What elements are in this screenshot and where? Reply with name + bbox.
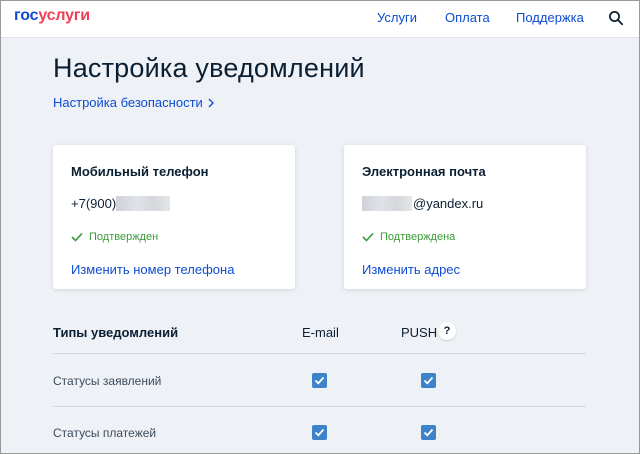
checkbox-payment-statuses-email[interactable] — [312, 425, 327, 440]
email-address-domain: @yandex.ru — [413, 196, 484, 211]
email-card: Электронная почта @yandex.ru Подтвержден… — [344, 145, 586, 289]
security-settings-label: Настройка безопасности — [53, 95, 203, 110]
check-icon — [362, 232, 374, 242]
nav-services[interactable]: Услуги — [377, 10, 417, 25]
table-divider — [53, 406, 586, 407]
email-card-title: Электронная почта — [362, 164, 486, 179]
push-column-header: PUSH — [401, 325, 438, 340]
checkmark-icon — [423, 376, 434, 385]
phone-card-title: Мобильный телефон — [71, 164, 209, 179]
phone-status: Подтвержден — [71, 231, 158, 243]
row-application-statuses: Статусы заявлений — [53, 374, 162, 388]
checkbox-application-statuses-email[interactable] — [312, 373, 327, 388]
security-settings-link[interactable]: Настройка безопасности — [53, 95, 214, 110]
search-icon[interactable] — [608, 10, 624, 26]
nav-support[interactable]: Поддержка — [516, 10, 584, 25]
email-address-masked — [362, 196, 412, 211]
nav-payment[interactable]: Оплата — [445, 10, 490, 25]
header: госуслуги Услуги Оплата Поддержка — [1, 1, 639, 38]
chevron-right-icon — [208, 98, 214, 108]
browser-frame: госуслуги Услуги Оплата Поддержка Настро… — [0, 0, 640, 454]
checkbox-application-statuses-push[interactable] — [421, 373, 436, 388]
check-icon — [71, 232, 83, 242]
change-phone-link[interactable]: Изменить номер телефона — [71, 262, 234, 277]
phone-status-label: Подтвержден — [89, 231, 159, 243]
gosuslugi-logo[interactable]: госуслуги — [14, 7, 90, 25]
notification-types-header: Типы уведомлений — [53, 325, 179, 340]
row-payment-statuses: Статусы платежей — [53, 426, 157, 440]
phone-card: Мобильный телефон +7(900) Подтвержден Из… — [53, 145, 295, 289]
logo-part-gos: гос — [14, 7, 39, 24]
checkmark-icon — [314, 376, 325, 385]
logo-part-uslugi: услуги — [38, 7, 90, 24]
main-content: Настройка уведомлений Настройка безопасн… — [1, 38, 639, 453]
checkbox-payment-statuses-push[interactable] — [421, 425, 436, 440]
phone-number: +7(900) — [71, 196, 171, 211]
email-status: Подтверждена — [362, 231, 455, 243]
phone-number-prefix: +7(900) — [71, 196, 117, 211]
help-icon[interactable]: ? — [438, 322, 456, 340]
email-address: @yandex.ru — [362, 196, 483, 211]
change-email-link[interactable]: Изменить адрес — [362, 262, 460, 277]
checkmark-icon — [314, 428, 325, 437]
checkmark-icon — [423, 428, 434, 437]
table-divider — [53, 353, 586, 354]
email-column-header: E-mail — [302, 325, 339, 340]
phone-number-masked — [116, 196, 171, 211]
page-title: Настройка уведомлений — [53, 53, 365, 83]
email-status-label: Подтверждена — [380, 231, 456, 243]
